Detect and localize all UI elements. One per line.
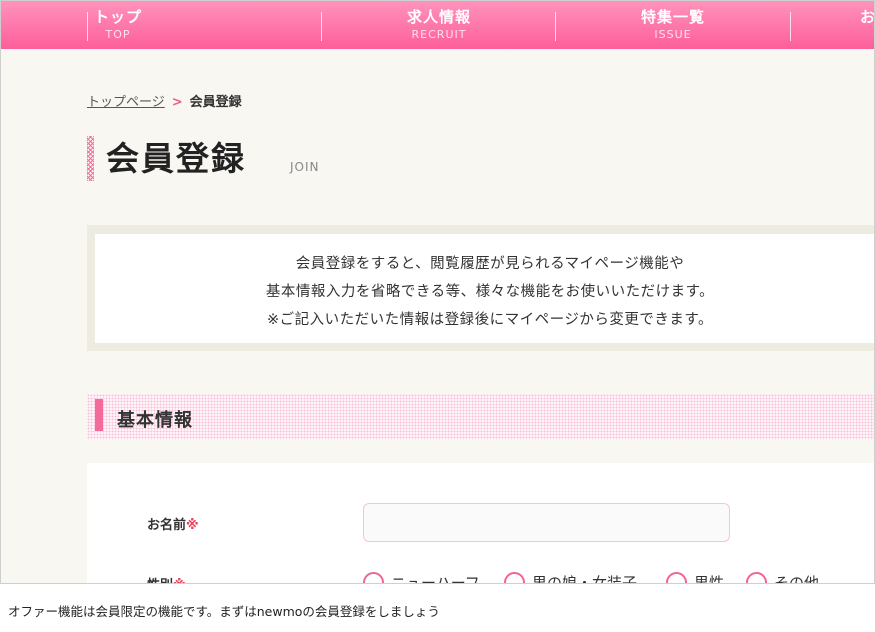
breadcrumb-home-link[interactable]: トップページ [87,95,165,110]
required-mark: ※ [186,518,199,533]
page-subtitle: JOIN [290,160,320,174]
nav-item-top[interactable]: トップ TOP [1,1,235,49]
section-accent-mark [95,399,103,431]
breadcrumb-separator: > [171,95,183,110]
nav-item-sublabel: RECRUIT [411,28,467,41]
section-title: 基本情報 [117,410,193,431]
info-line: 基本情報入力を省略できる等、様々な機能をお使いいただけます。 [265,284,715,300]
name-input[interactable] [363,503,730,542]
section-header [87,394,874,439]
nav-item-sublabel: TOP [105,28,131,41]
name-label: お名前※ [147,514,199,533]
breadcrumb-current: 会員登録 [189,95,242,110]
browser-viewport: トップ TOP 求人情報 RECRUIT 特集一覧 ISSUE お トップページ… [0,0,875,584]
info-line: 会員登録をすると、閲覧履歴が見られるマイページ機能や [295,256,685,272]
nav-item-partial[interactable]: お [751,1,875,49]
nav-item-label: トップ [93,8,142,26]
nav-divider [321,12,322,41]
nav-divider [555,12,556,41]
global-nav: トップ TOP 求人情報 RECRUIT 特集一覧 ISSUE お [1,1,875,49]
nav-divider [87,12,88,41]
nav-item-label: お [859,8,875,26]
radio-label: 男の娘・女装子 [532,574,638,584]
title-accent-mark [87,136,94,181]
radio-label: その他 [774,574,820,584]
radio-label: 男性 [694,574,725,584]
required-mark: ※ [173,578,186,583]
gender-label: 性別※ [147,574,186,583]
name-label-text: お名前 [147,518,187,533]
info-box: 会員登録をすると、閲覧履歴が見られるマイページ機能や 基本情報入力を省略できる等… [95,234,874,343]
gender-label-text: 性別 [147,578,173,583]
nav-item-label: 求人情報 [406,8,471,26]
info-line: ※ご記入いただいた情報は登録後にマイページから変更できます。 [267,312,713,328]
breadcrumb: トップページ > 会員登録 [87,91,242,110]
page-title: 会員登録 [106,139,246,178]
screenshot-caption: オファー機能は会員限定の機能です。まずはnewmoの会員登録をしましょう [8,604,440,619]
nav-item-recruit[interactable]: 求人情報 RECRUIT [322,1,556,49]
radio-label: ニューハーフ [391,574,480,584]
